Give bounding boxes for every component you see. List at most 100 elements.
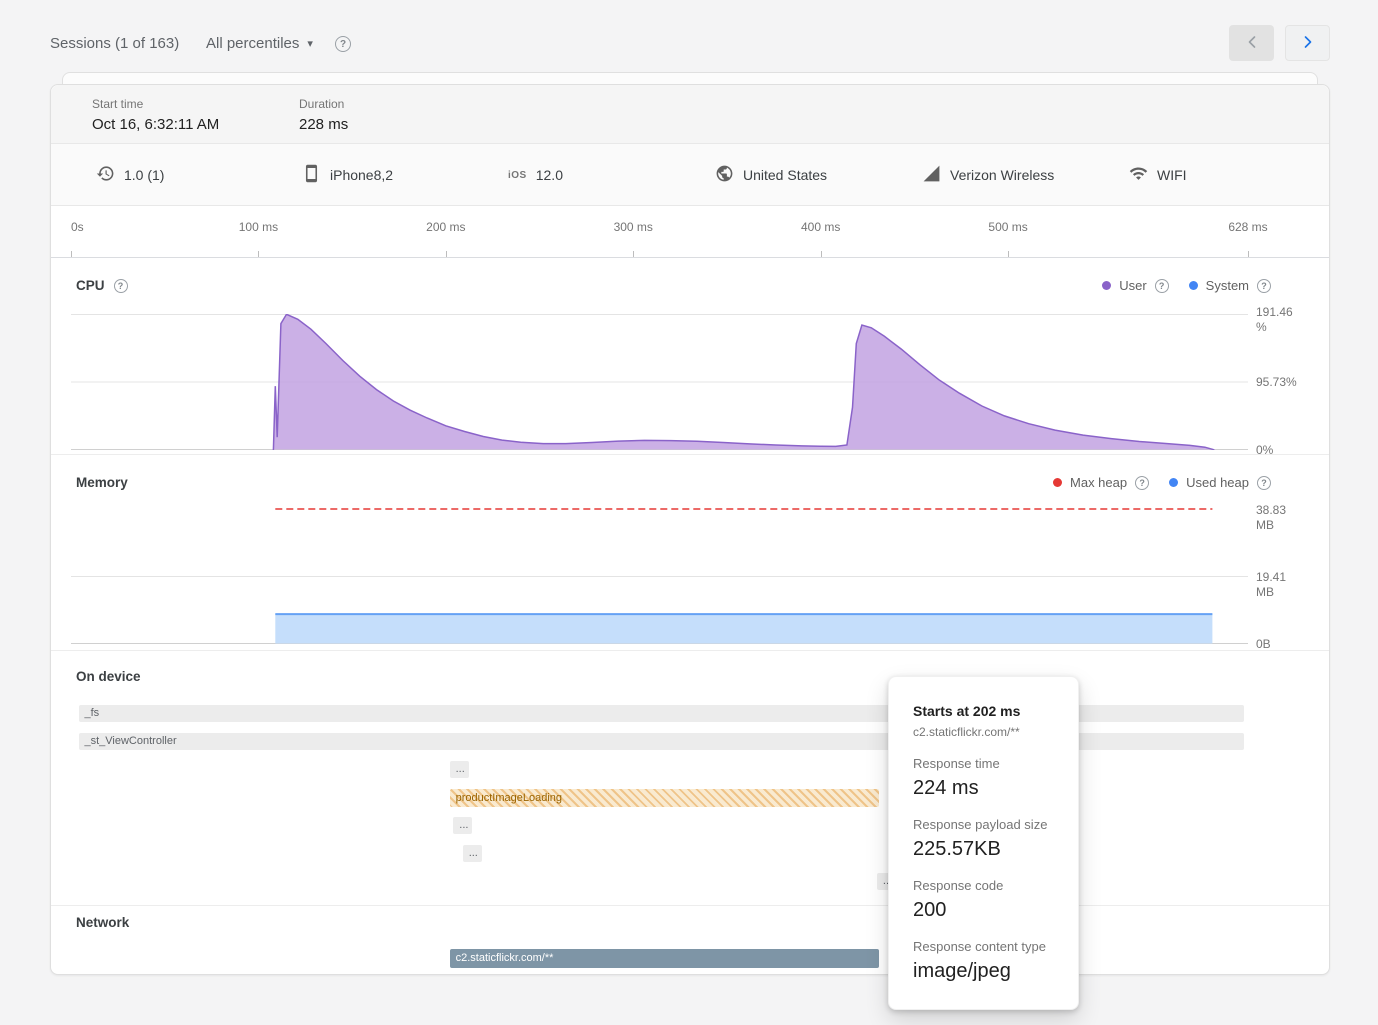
country-label: United States bbox=[743, 167, 827, 183]
timeline-tick-mark bbox=[1008, 251, 1009, 257]
tooltip-field: Response code 200 bbox=[913, 878, 1062, 922]
tooltip-field-label: Response content type bbox=[913, 939, 1062, 954]
request-tooltip: Starts at 202 ms c2.staticflickr.com/** … bbox=[888, 676, 1079, 1010]
timeline-tick-mark bbox=[258, 251, 259, 257]
country-item: United States bbox=[715, 144, 827, 206]
tooltip-field-label: Response payload size bbox=[913, 817, 1062, 832]
tooltip-field-label: Response time bbox=[913, 756, 1062, 771]
percentiles-dropdown-label: All percentiles bbox=[206, 35, 299, 52]
tooltip-fields: Response time 224 ms Response payload size… bbox=[913, 756, 1062, 983]
timeline-ruler: 0s100 ms200 ms300 ms400 ms500 ms628 ms bbox=[51, 206, 1329, 258]
history-icon bbox=[96, 164, 115, 186]
help-icon[interactable]: ? bbox=[335, 36, 351, 52]
cpu-ytick-max: 191.46 % bbox=[1256, 305, 1304, 335]
previous-session-button[interactable] bbox=[1229, 25, 1274, 61]
memory-chart[interactable] bbox=[71, 489, 1248, 645]
trace-bar-collapsed[interactable]: ... bbox=[450, 761, 469, 778]
session-header: Start time Oct 16, 6:32:11 AM Duration 2… bbox=[51, 85, 1329, 144]
device-info-row: 1.0 (1) iPhone8,2 iOS 12.0 United States bbox=[51, 144, 1329, 206]
legend-max-heap-label: Max heap bbox=[1070, 475, 1127, 490]
cpu-legend: User ? System ? bbox=[1102, 278, 1271, 293]
legend-max-heap: Max heap ? bbox=[1053, 475, 1149, 490]
tooltip-field: Response time 224 ms bbox=[913, 756, 1062, 800]
timeline-tick-label: 300 ms bbox=[614, 220, 653, 234]
memory-section: Memory Max heap ? Used heap ? bbox=[51, 454, 1329, 650]
legend-used-heap-dot bbox=[1169, 478, 1178, 487]
chevron-right-icon bbox=[1298, 32, 1318, 55]
legend-user-label: User bbox=[1119, 278, 1146, 293]
app-version-label: 1.0 (1) bbox=[124, 167, 164, 183]
memory-legend: Max heap ? Used heap ? bbox=[1053, 475, 1271, 490]
carrier-label: Verizon Wireless bbox=[950, 167, 1054, 183]
cellular-signal-icon bbox=[922, 164, 941, 186]
timeline-tick-mark bbox=[1248, 251, 1249, 257]
memory-ytick-max: 38.83 MB bbox=[1256, 503, 1304, 533]
timeline-tick-label: 400 ms bbox=[801, 220, 840, 234]
legend-system-dot bbox=[1189, 281, 1198, 290]
timeline-tick-label: 628 ms bbox=[1228, 220, 1267, 234]
percentiles-dropdown[interactable]: All percentiles ▾ bbox=[204, 30, 315, 57]
duration-label: Duration bbox=[299, 97, 348, 111]
next-session-button[interactable] bbox=[1285, 25, 1330, 61]
legend-user: User ? bbox=[1102, 278, 1168, 293]
duration-value: 228 ms bbox=[299, 116, 348, 133]
tooltip-field: Response content typeimage/jpeg bbox=[913, 939, 1062, 983]
session-card: Start time Oct 16, 6:32:11 AM Duration 2… bbox=[50, 84, 1330, 975]
network-section: Network c2.staticflickr.com/** bbox=[51, 905, 1329, 975]
timeline-tick-mark bbox=[633, 251, 634, 257]
help-icon[interactable]: ? bbox=[1135, 476, 1149, 490]
ios-icon: iOS bbox=[508, 170, 527, 181]
start-time-label: Start time bbox=[92, 97, 219, 111]
os-version-label: 12.0 bbox=[536, 167, 563, 183]
legend-used-heap-label: Used heap bbox=[1186, 475, 1249, 490]
legend-system: System ? bbox=[1189, 278, 1271, 293]
help-icon[interactable]: ? bbox=[1257, 476, 1271, 490]
legend-max-heap-dot bbox=[1053, 478, 1062, 487]
device-model-item: iPhone8,2 bbox=[302, 144, 393, 206]
trace-bar-collapsed[interactable]: ... bbox=[463, 845, 482, 862]
cpu-section: CPU ? User ? System ? bbox=[51, 258, 1329, 454]
cpu-section-title: CPU bbox=[76, 278, 105, 293]
timeline-tick-label: 200 ms bbox=[426, 220, 465, 234]
cpu-chart[interactable] bbox=[71, 314, 1248, 450]
wifi-icon bbox=[1129, 164, 1148, 186]
help-icon[interactable]: ? bbox=[1257, 279, 1271, 293]
timeline-tick-mark bbox=[821, 251, 822, 257]
chevron-down-icon: ▾ bbox=[307, 37, 313, 50]
memory-section-title: Memory bbox=[76, 475, 128, 490]
memory-ytick-mid: 19.41 MB bbox=[1256, 570, 1304, 600]
legend-system-label: System bbox=[1206, 278, 1249, 293]
chevron-left-icon bbox=[1242, 32, 1262, 55]
tooltip-subtitle: c2.staticflickr.com/** bbox=[913, 725, 1062, 739]
cpu-ytick-mid: 95.73% bbox=[1256, 375, 1304, 390]
network-section-title: Network bbox=[76, 915, 129, 930]
timeline-tick-mark bbox=[71, 251, 72, 257]
tooltip-field-value: 200 bbox=[913, 899, 1062, 922]
used-heap-band bbox=[275, 614, 1212, 643]
network-request-bar[interactable]: c2.staticflickr.com/** bbox=[450, 949, 879, 968]
tooltip-field: Response payload size 225.57KB bbox=[913, 817, 1062, 861]
legend-user-dot bbox=[1102, 281, 1111, 290]
sessions-count-label: Sessions (1 of 163) bbox=[50, 35, 179, 52]
globe-icon bbox=[715, 164, 734, 186]
help-icon[interactable]: ? bbox=[114, 279, 128, 293]
start-time-value: Oct 16, 6:32:11 AM bbox=[92, 116, 219, 133]
os-version-item: iOS 12.0 bbox=[508, 144, 563, 206]
trace-bar-productImageLoading[interactable]: productImageLoading bbox=[450, 789, 879, 807]
tooltip-field-label: Response code bbox=[913, 878, 1062, 893]
device-model-label: iPhone8,2 bbox=[330, 167, 393, 183]
tooltip-field-value: 225.57KB bbox=[913, 838, 1062, 861]
trace-bar-collapsed[interactable]: ... bbox=[453, 817, 472, 834]
tooltip-field-value: 224 ms bbox=[913, 777, 1062, 800]
on-device-section: On device _fs_st_ViewController...produc… bbox=[51, 650, 1329, 905]
legend-used-heap: Used heap ? bbox=[1169, 475, 1271, 490]
carrier-item: Verizon Wireless bbox=[922, 144, 1054, 206]
help-icon[interactable]: ? bbox=[1155, 279, 1169, 293]
radio-item: WIFI bbox=[1129, 144, 1187, 206]
app-version-item: 1.0 (1) bbox=[96, 144, 164, 206]
on-device-section-title: On device bbox=[76, 669, 141, 684]
timeline-tick-label: 500 ms bbox=[988, 220, 1027, 234]
timeline-tick-mark bbox=[446, 251, 447, 257]
timeline-tick-label: 100 ms bbox=[239, 220, 278, 234]
radio-label: WIFI bbox=[1157, 167, 1187, 183]
